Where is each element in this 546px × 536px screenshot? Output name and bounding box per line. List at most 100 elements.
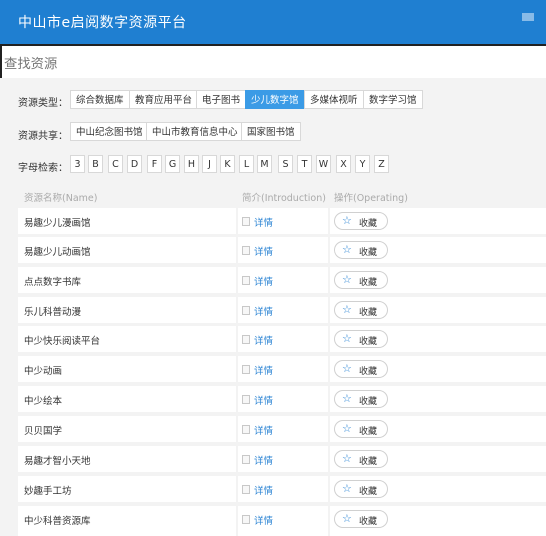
letter-z[interactable]: Z xyxy=(374,155,389,173)
detail-link[interactable]: 详情 xyxy=(254,215,273,229)
resource-name[interactable]: 易趣才智小天地 xyxy=(24,453,91,467)
letter-s[interactable]: S xyxy=(278,155,293,173)
document-icon xyxy=(242,365,250,374)
letter-g[interactable]: G xyxy=(165,155,180,173)
table-header: 资源名称(Name) 简介(Introduction) 操作(Operating… xyxy=(18,186,546,206)
letter-b[interactable]: B xyxy=(88,155,103,173)
star-icon: ☆ xyxy=(342,214,352,227)
letter-f[interactable]: F xyxy=(147,155,162,173)
detail-link[interactable]: 详情 xyxy=(254,393,273,407)
favorite-button[interactable]: ☆ 收藏 xyxy=(334,271,388,289)
star-icon: ☆ xyxy=(342,362,352,375)
letter-y[interactable]: Y xyxy=(355,155,370,173)
resource-name[interactable]: 中少快乐阅读平台 xyxy=(24,333,100,347)
detail-link[interactable]: 详情 xyxy=(254,453,273,467)
detail-link[interactable]: 详情 xyxy=(254,363,273,377)
favorite-button[interactable]: ☆ 收藏 xyxy=(334,330,388,348)
letter-k[interactable]: K xyxy=(220,155,235,173)
document-icon xyxy=(242,395,250,404)
detail-link[interactable]: 详情 xyxy=(254,304,273,318)
resource-name[interactable]: 中少绘本 xyxy=(24,393,62,407)
type-chip-comprehensive-db[interactable]: 综合数据库 xyxy=(70,90,130,109)
detail-link[interactable]: 详情 xyxy=(254,483,273,497)
col-operating-header: 操作(Operating) xyxy=(334,193,408,204)
star-icon: ☆ xyxy=(342,243,352,256)
star-icon: ☆ xyxy=(342,482,352,495)
letter-c[interactable]: C xyxy=(108,155,123,173)
search-input[interactable] xyxy=(0,44,546,82)
star-icon: ☆ xyxy=(342,392,352,405)
detail-link[interactable]: 详情 xyxy=(254,274,273,288)
star-icon: ☆ xyxy=(342,303,352,316)
table-row: 易趣少儿漫画馆 详情 ☆ 收藏 xyxy=(18,208,546,234)
detail-link[interactable]: 详情 xyxy=(254,244,273,258)
favorite-label: 收藏 xyxy=(359,397,378,407)
type-chip-kids-digital[interactable]: 少儿数字馆 xyxy=(245,90,305,109)
detail-link[interactable]: 详情 xyxy=(254,333,273,347)
detail-link[interactable]: 详情 xyxy=(254,513,273,527)
table-row: 贝贝国学 详情 ☆ 收藏 xyxy=(18,416,546,442)
window-control-icon[interactable] xyxy=(522,13,534,21)
table-row: 中少快乐阅读平台 详情 ☆ 收藏 xyxy=(18,326,546,352)
resource-name[interactable]: 易趣少儿动画馆 xyxy=(24,244,91,258)
letter-3[interactable]: 3 xyxy=(70,155,85,173)
letter-x[interactable]: X xyxy=(336,155,351,173)
favorite-label: 收藏 xyxy=(359,278,378,288)
document-icon xyxy=(242,246,250,255)
resource-name[interactable]: 中少动画 xyxy=(24,363,62,377)
favorite-button[interactable]: ☆ 收藏 xyxy=(334,450,388,468)
letter-m[interactable]: M xyxy=(257,155,272,173)
letter-j[interactable]: J xyxy=(202,155,217,173)
favorite-button[interactable]: ☆ 收藏 xyxy=(334,241,388,259)
letter-l[interactable]: L xyxy=(239,155,254,173)
share-chip-memorial-library[interactable]: 中山纪念图书馆 xyxy=(70,122,149,141)
resource-type-label: 资源类型： xyxy=(18,98,68,109)
letter-d[interactable]: D xyxy=(127,155,142,173)
table-row: 点点数字书库 详情 ☆ 收藏 xyxy=(18,267,546,293)
app-header: 中山市e启阅数字资源平台 xyxy=(0,0,546,44)
favorite-button[interactable]: ☆ 收藏 xyxy=(334,360,388,378)
col-intro-header: 简介(Introduction) xyxy=(242,193,326,204)
app-title: 中山市e启阅数字资源平台 xyxy=(18,15,187,31)
favorite-label: 收藏 xyxy=(359,487,378,497)
resource-name[interactable]: 乐儿科普动漫 xyxy=(24,304,81,318)
favorite-label: 收藏 xyxy=(359,457,378,467)
share-chip-national-library[interactable]: 国家图书馆 xyxy=(241,122,301,141)
favorite-label: 收藏 xyxy=(359,367,378,377)
document-icon xyxy=(242,455,250,464)
resource-name[interactable]: 易趣少儿漫画馆 xyxy=(24,215,91,229)
type-chip-ebooks[interactable]: 电子图书 xyxy=(196,90,247,109)
favorite-button[interactable]: ☆ 收藏 xyxy=(334,212,388,230)
detail-link[interactable]: 详情 xyxy=(254,423,273,437)
letter-w[interactable]: W xyxy=(316,155,331,173)
type-chip-edu-platform[interactable]: 教育应用平台 xyxy=(129,90,199,109)
resource-name[interactable]: 贝贝国学 xyxy=(24,423,62,437)
type-chip-multimedia[interactable]: 多媒体视听 xyxy=(304,90,364,109)
resource-name[interactable]: 点点数字书库 xyxy=(24,274,81,288)
resource-name[interactable]: 中少科普资源库 xyxy=(24,513,91,527)
letter-t[interactable]: T xyxy=(297,155,312,173)
document-icon xyxy=(242,306,250,315)
favorite-button[interactable]: ☆ 收藏 xyxy=(334,301,388,319)
table-row: 中少动画 详情 ☆ 收藏 xyxy=(18,356,546,382)
letter-h[interactable]: H xyxy=(184,155,199,173)
type-chip-digital-learning[interactable]: 数字学习馆 xyxy=(363,90,423,109)
favorite-label: 收藏 xyxy=(359,517,378,527)
star-icon: ☆ xyxy=(342,452,352,465)
favorite-button[interactable]: ☆ 收藏 xyxy=(334,510,388,528)
favorite-button[interactable]: ☆ 收藏 xyxy=(334,420,388,438)
favorite-label: 收藏 xyxy=(359,427,378,437)
table-row: 中少科普资源库 详情 ☆ 收藏 xyxy=(18,506,546,536)
star-icon: ☆ xyxy=(342,273,352,286)
favorite-button[interactable]: ☆ 收藏 xyxy=(334,390,388,408)
col-name-header: 资源名称(Name) xyxy=(24,193,98,204)
table-row: 易趣少儿动画馆 详情 ☆ 收藏 xyxy=(18,237,546,263)
favorite-button[interactable]: ☆ 收藏 xyxy=(334,480,388,498)
share-chip-edu-info-center[interactable]: 中山市教育信息中心 xyxy=(146,122,244,141)
document-icon xyxy=(242,425,250,434)
favorite-label: 收藏 xyxy=(359,219,378,229)
table-row: 中少绘本 详情 ☆ 收藏 xyxy=(18,386,546,412)
star-icon: ☆ xyxy=(342,512,352,525)
table-row: 妙趣手工坊 详情 ☆ 收藏 xyxy=(18,476,546,502)
resource-name[interactable]: 妙趣手工坊 xyxy=(24,483,72,497)
